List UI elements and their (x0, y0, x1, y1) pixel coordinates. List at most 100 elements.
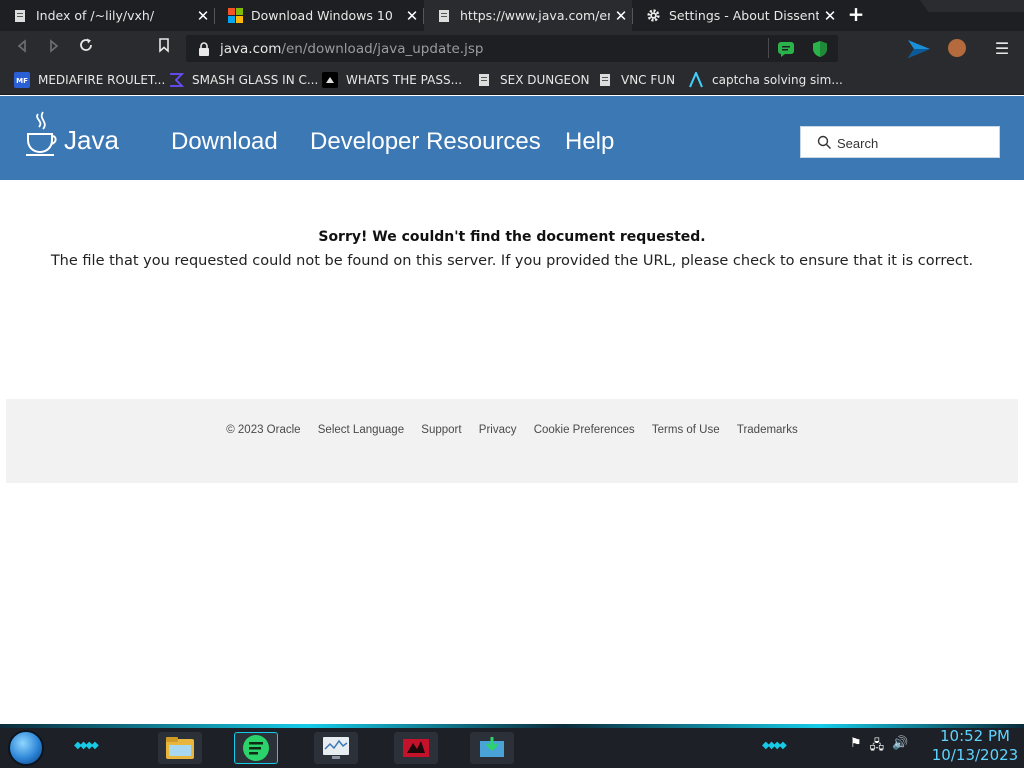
taskbar-trim (0, 724, 1024, 728)
window-controls (920, 0, 1024, 12)
terminal-icon (322, 72, 338, 88)
footer-cookie-preferences[interactable]: Cookie Preferences (534, 424, 635, 436)
system-clock[interactable]: 10:52 PM 10/13/2023 (930, 727, 1020, 765)
reload-icon (80, 38, 92, 51)
windows-logo-icon (227, 8, 243, 24)
footer-privacy[interactable]: Privacy (479, 424, 517, 436)
url-host: java.com (220, 41, 282, 57)
site-header: Java Download Developer Resources Help (0, 96, 1024, 180)
footer-terms-of-use[interactable]: Terms of Use (652, 424, 720, 436)
caret-icon (688, 72, 704, 88)
error-title: Sorry! We couldn't find the document req… (318, 229, 706, 245)
error-message: The file that you requested could not be… (50, 253, 974, 269)
forward-arrow-icon (50, 39, 59, 53)
bookmark-item[interactable]: WHATS THE PASS... (322, 72, 462, 88)
bookmark-label: SEX DUNGEON (500, 73, 590, 87)
footer-select-language[interactable]: Select Language (318, 424, 404, 436)
footer-trademarks[interactable]: Trademarks (737, 424, 798, 436)
taskbar-messages[interactable] (234, 732, 278, 764)
bookmark-icon (159, 38, 169, 53)
tab-strip: Index of /~lily/vxh/ ✕ Download Windows … (0, 0, 1024, 31)
svg-text:Java: Java (64, 125, 119, 155)
tab-title: https://www.java.com/en/do (460, 8, 610, 23)
bookmark-label: MEDIAFIRE ROULET... (38, 73, 166, 87)
bookmark-label: captcha solving sim... (712, 73, 843, 87)
clock-date: 10/13/2023 (931, 746, 1019, 764)
bookmark-item[interactable]: MF MEDIAFIRE ROULET... (14, 72, 165, 88)
taskbar-app-red[interactable] (394, 732, 438, 764)
clock-time: 10:52 PM (940, 727, 1010, 745)
tab-java[interactable]: https://www.java.com/en/do ✕ (424, 0, 632, 31)
taskbar-file-explorer[interactable] (158, 732, 202, 764)
reload-button[interactable] (75, 37, 97, 59)
java-cup-icon: Java (26, 111, 119, 156)
document-icon (476, 72, 492, 88)
lock-icon (197, 41, 211, 56)
nav-download[interactable]: Download (171, 128, 278, 156)
footer-support[interactable]: Support (421, 424, 461, 436)
document-icon (12, 8, 28, 24)
paper-plane-icon[interactable] (906, 36, 932, 62)
close-icon[interactable]: ✕ (610, 7, 632, 25)
system-tray: ⚑ 🖧 🔊 (850, 736, 908, 758)
bracket-icon (168, 72, 184, 88)
url-path: /en/download/java_update.jsp (281, 41, 484, 57)
forward-button[interactable] (43, 37, 65, 59)
footer-links: © 2023 Oracle Select Language Support Pr… (6, 424, 1018, 436)
bookmark-item[interactable]: VNC FUN (597, 72, 675, 88)
chevron-decoration: ◆◆◆◆ (762, 740, 787, 751)
activity-monitor-icon (323, 737, 349, 759)
svg-text:MF: MF (16, 77, 28, 85)
mediafire-icon: MF (14, 72, 30, 88)
chevron-decoration: ◆◆◆◆ (74, 740, 99, 751)
shield-icon[interactable] (810, 39, 830, 59)
bookmark-item[interactable]: SMASH GLASS IN C... (168, 72, 318, 88)
new-tab-button[interactable]: + (846, 4, 866, 25)
bookmark-item[interactable]: captcha solving sim... (688, 72, 843, 88)
search-input[interactable] (837, 133, 987, 153)
folder-icon (166, 737, 194, 759)
bookmark-item[interactable]: SEX DUNGEON (476, 72, 590, 88)
gear-icon (645, 8, 661, 24)
java-logo[interactable]: Java (24, 110, 124, 160)
taskbar-monitor[interactable] (314, 732, 358, 764)
tab-settings[interactable]: Settings - About Dissenter ✕ (633, 0, 841, 31)
tab-download-windows[interactable]: Download Windows 10 ✕ (215, 0, 423, 31)
nav-help[interactable]: Help (565, 128, 614, 156)
tab-title: Index of /~lily/vxh/ (36, 8, 155, 23)
document-icon (436, 8, 452, 24)
back-button[interactable] (11, 37, 33, 59)
bookmarks-bar: MF MEDIAFIRE ROULET... SMASH GLASS IN C.… (0, 65, 1024, 95)
close-icon[interactable]: ✕ (401, 7, 423, 25)
volume-icon[interactable]: 🔊 (892, 736, 908, 758)
tab-title: Download Windows 10 (251, 8, 393, 23)
tab-index[interactable]: Index of /~lily/vxh/ ✕ (0, 0, 214, 31)
url-text: java.com/en/download/java_update.jsp (220, 41, 483, 57)
avatar[interactable] (948, 39, 966, 57)
browser-toolbar: java.com/en/download/java_update.jsp ☰ (0, 31, 1024, 65)
taskbar: ◆◆◆◆ ◆◆◆◆ ⚑ 🖧 🔊 10:52 PM 10/13/2023 (0, 724, 1024, 768)
download-icon (480, 737, 504, 757)
site-footer: © 2023 Oracle Select Language Support Pr… (6, 399, 1018, 483)
close-icon[interactable]: ✕ (819, 7, 841, 25)
menu-icon[interactable]: ☰ (994, 39, 1010, 58)
app-icon (403, 739, 429, 757)
bookmark-label: SMASH GLASS IN C... (192, 73, 319, 87)
tab-title: Settings - About Dissenter (669, 8, 819, 23)
close-icon[interactable]: ✕ (192, 7, 214, 25)
taskbar-download-manager[interactable] (470, 732, 514, 764)
bookmark-label: VNC FUN (621, 73, 676, 87)
flag-icon[interactable]: ⚑ (850, 736, 862, 758)
speech-bubble-icon (243, 735, 269, 761)
bookmark-button[interactable] (153, 37, 175, 59)
back-arrow-icon (17, 39, 26, 53)
speech-bubble-icon[interactable] (776, 39, 796, 59)
document-icon (597, 72, 613, 88)
url-divider (768, 38, 769, 58)
footer-copyright: © 2023 Oracle (226, 424, 301, 436)
site-search[interactable] (800, 126, 1000, 158)
address-bar[interactable]: java.com/en/download/java_update.jsp (186, 35, 838, 62)
nav-developer-resources[interactable]: Developer Resources (310, 128, 541, 156)
start-button[interactable] (8, 730, 44, 766)
network-icon[interactable]: 🖧 (870, 736, 885, 758)
